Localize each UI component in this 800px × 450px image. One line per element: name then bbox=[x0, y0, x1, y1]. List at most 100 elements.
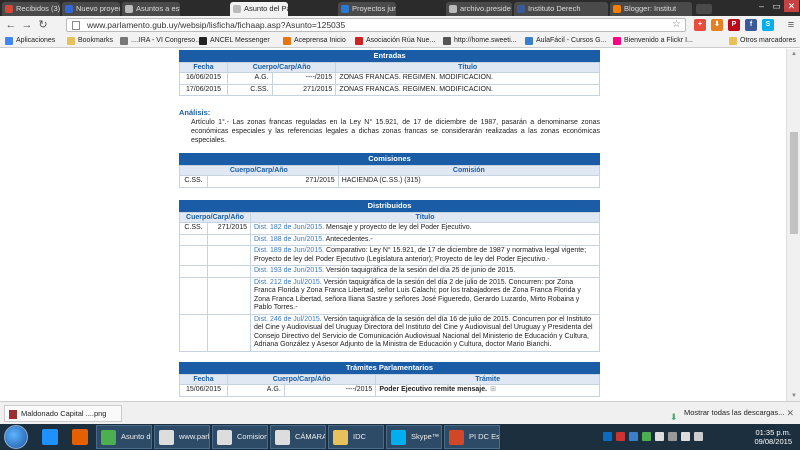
taskbar-item[interactable]: Asunto de... bbox=[96, 425, 152, 449]
vertical-scrollbar[interactable]: ▲ ▼ bbox=[786, 49, 800, 401]
show-all-downloads-link[interactable]: ⬇ Mostrar todas las descargas... bbox=[670, 405, 784, 422]
tray-icon[interactable] bbox=[603, 432, 612, 441]
dist-link[interactable]: Dist. 188 de Jun/2015. bbox=[254, 236, 324, 243]
dist-link[interactable]: Dist. 246 de Jul/2015. bbox=[254, 316, 322, 323]
forward-icon[interactable]: → bbox=[20, 18, 34, 32]
cell-text: Poder Ejecutivo remite mensaje. bbox=[379, 386, 488, 393]
tray-icon[interactable] bbox=[668, 432, 677, 441]
window-close-button[interactable]: ✕ bbox=[784, 0, 799, 12]
taskbar-item[interactable]: Skype™ - ... bbox=[386, 425, 442, 449]
bookmark-label: Aplicaciones bbox=[16, 37, 56, 44]
maximize-button[interactable]: ▭ bbox=[769, 0, 784, 12]
table-cell: ZONAS FRANCAS. REGIMEN. MODIFICACION. bbox=[335, 83, 600, 96]
table-cell: Dist. 212 de Jul/2015. Versión taquigráf… bbox=[250, 276, 600, 315]
table-cell bbox=[179, 233, 208, 246]
close-downloads-icon[interactable]: ✕ bbox=[786, 405, 794, 421]
bookmark-item[interactable]: http://home.sweeti... bbox=[442, 35, 517, 47]
bookmark-item[interactable]: Otros marcadores bbox=[728, 35, 796, 47]
dist-link[interactable]: Dist. 212 de Jul/2015. bbox=[254, 279, 322, 286]
tab-title: Instituto Derech bbox=[528, 4, 581, 13]
table-cell bbox=[179, 265, 208, 278]
table-cell: 271/2015 bbox=[207, 222, 251, 235]
browser-tab[interactable]: Asuntos a estudi bbox=[122, 2, 180, 16]
menu-icon[interactable]: ≡ bbox=[784, 18, 798, 32]
tray-icon[interactable] bbox=[616, 432, 625, 441]
scrollbar-thumb[interactable] bbox=[790, 132, 798, 234]
browser-tab[interactable]: Instituto Derech bbox=[514, 2, 608, 16]
skype-icon bbox=[391, 430, 406, 445]
tray-icon[interactable] bbox=[655, 432, 664, 441]
tray-icon[interactable] bbox=[642, 432, 651, 441]
new-tab-button[interactable] bbox=[696, 4, 712, 14]
page-content: Entradas Fecha Cuerpo/Carp/Año Título 16… bbox=[0, 49, 786, 401]
bookmark-item[interactable]: Bookmarks bbox=[66, 35, 113, 47]
scroll-up-icon[interactable]: ▲ bbox=[787, 49, 800, 59]
browser-tab[interactable]: archivo.preside bbox=[446, 2, 512, 16]
bookmark-item[interactable]: AulaFácil - Cursos G... bbox=[524, 35, 606, 47]
dist-text: Antecedentes.- bbox=[325, 235, 373, 243]
minimize-button[interactable]: – bbox=[754, 0, 769, 12]
clock[interactable]: 01:35 p.m. 09/08/2015 bbox=[754, 428, 792, 446]
start-button[interactable] bbox=[4, 425, 28, 449]
taskbar-item[interactable]: Comision... bbox=[212, 425, 268, 449]
bookmark-item[interactable]: Aceprensa Inicio bbox=[282, 35, 346, 47]
aceprensa-icon bbox=[283, 37, 291, 45]
bookmark-item[interactable]: Aplicaciones bbox=[4, 35, 55, 47]
taskbar-item[interactable] bbox=[66, 425, 94, 449]
col-header: Fecha bbox=[179, 374, 228, 385]
browser-tab[interactable]: Nuevo proyecto bbox=[62, 2, 120, 16]
star-icon[interactable]: ☆ bbox=[672, 19, 681, 31]
dist-link[interactable]: Dist. 182 de Jun/2015. bbox=[254, 224, 324, 231]
col-header: Cuerpo/Carp/Año bbox=[226, 62, 337, 73]
tray-icon[interactable] bbox=[694, 432, 703, 441]
document-icon bbox=[217, 430, 232, 445]
browser-toolbar: ← → ↻ www.parlamento.gub.uy/websip/lisfi… bbox=[0, 16, 800, 34]
download-item[interactable]: Maldonado Capital ....png bbox=[4, 405, 122, 422]
firefox-icon bbox=[72, 429, 88, 445]
taskbar-item[interactable]: IDC bbox=[328, 425, 384, 449]
bookmark-item[interactable]: ....IRA - VI Congreso... bbox=[119, 35, 201, 47]
table-cell: A.G. bbox=[227, 384, 285, 397]
table-cell bbox=[207, 313, 251, 352]
scroll-down-icon[interactable]: ▼ bbox=[787, 391, 800, 401]
tray-icon[interactable] bbox=[681, 432, 690, 441]
browser-tab[interactable]: Blogger: Institut bbox=[610, 2, 692, 16]
distribuidos-table: Cuerpo/Carp/Año Título C.SS. 271/2015 Dist… bbox=[179, 212, 600, 352]
bookmark-label: http://home.sweeti... bbox=[454, 37, 517, 44]
browser-tab[interactable]: Recibidos (3) - d bbox=[2, 2, 60, 16]
taskbar-item[interactable]: PI DC Esq... bbox=[444, 425, 500, 449]
taskbar-item[interactable]: www.parla... bbox=[154, 425, 210, 449]
table-cell: Dist. 193 de Jun/2015. Versión taquigráf… bbox=[250, 265, 600, 278]
bookmark-item[interactable]: Bienvenido a Flickr I... bbox=[612, 35, 693, 47]
dist-link[interactable]: Dist. 193 de Jun/2015. bbox=[254, 267, 324, 274]
powerpoint-icon bbox=[449, 430, 464, 445]
col-header: Cuerpo/Carp/Año bbox=[179, 165, 339, 176]
download-icon: ⬇ bbox=[670, 412, 678, 422]
taskbar: Asunto de... www.parla... Comision... CÁMAR… bbox=[0, 424, 800, 450]
chrome-icon bbox=[101, 430, 116, 445]
bookmark-item[interactable]: Asociación Rúa Nue... bbox=[354, 35, 435, 47]
extension-icon[interactable]: P bbox=[728, 19, 740, 31]
dist-link[interactable]: Dist. 189 de Jun/2015. bbox=[254, 247, 324, 254]
taskbar-item[interactable]: CÁMARA ... bbox=[270, 425, 326, 449]
bookmark-item[interactable]: ANCEL Messenger bbox=[198, 35, 270, 47]
taskbar-item[interactable] bbox=[36, 425, 64, 449]
extension-icon[interactable]: ⬇ bbox=[711, 19, 723, 31]
table-row: 17/06/2015 C.SS. 271/2015 ZONAS FRANCAS. RE… bbox=[179, 83, 600, 96]
tab-title: Blogger: Institut bbox=[624, 4, 677, 13]
tab-title: archivo.preside bbox=[460, 4, 511, 13]
clock-date: 09/08/2015 bbox=[754, 437, 792, 446]
extension-icon[interactable]: + bbox=[694, 19, 706, 31]
back-icon[interactable]: ← bbox=[4, 18, 18, 32]
table-row: C.SS. 271/2015 HACIENDA (C.SS.) (315) bbox=[179, 175, 601, 188]
reload-icon[interactable]: ↻ bbox=[36, 18, 50, 32]
browser-tab[interactable]: Asunto del Parla bbox=[230, 2, 288, 16]
extension-icon[interactable]: S bbox=[762, 19, 774, 31]
table-row: Dist. 193 de Jun/2015. Versión taquigráf… bbox=[179, 265, 600, 278]
address-bar[interactable]: www.parlamento.gub.uy/websip/lisficha/fi… bbox=[66, 18, 686, 32]
extension-icon[interactable]: f bbox=[745, 19, 757, 31]
tray-icon[interactable] bbox=[629, 432, 638, 441]
expand-icon[interactable]: ⊞ bbox=[490, 386, 496, 393]
browser-tab[interactable]: Proyectos junio bbox=[338, 2, 396, 16]
bookmark-label: AulaFácil - Cursos G... bbox=[536, 37, 607, 44]
